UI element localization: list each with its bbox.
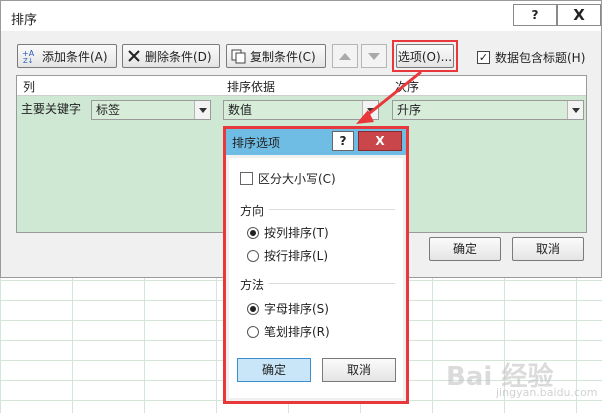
sort-by-column-radio-row[interactable]: 按列排序(T) — [247, 224, 329, 241]
sort-options-dialog: 排序选项 ? X 区分大小写(C) 方向 按列排序(T) 按行排序(L) 方法 … — [223, 126, 409, 404]
alphabetic-radio[interactable] — [247, 302, 259, 315]
stroke-radio-row[interactable]: 笔划排序(R) — [247, 323, 330, 340]
stroke-label: 笔划排序(R) — [264, 325, 330, 339]
method-heading: 方法 — [240, 278, 265, 292]
orientation-divider — [269, 209, 395, 210]
sort-by-row-label: 按行排序(L) — [264, 249, 329, 263]
alphabetic-radio-row[interactable]: 字母排序(S) — [247, 300, 329, 317]
case-sensitive-checkbox[interactable] — [240, 172, 253, 185]
options-close-button[interactable]: X — [358, 131, 402, 151]
sort-by-column-label: 按列排序(T) — [264, 226, 329, 240]
baidu-watermark-url: jingyan.baidu.com — [496, 386, 598, 399]
sort-options-title: 排序选项 — [232, 136, 281, 150]
options-ok-button[interactable]: 确定 — [237, 358, 311, 382]
stroke-radio[interactable] — [247, 325, 259, 338]
options-cancel-button[interactable]: 取消 — [322, 358, 396, 382]
case-sensitive-label: 区分大小写(C) — [258, 172, 336, 186]
orientation-heading: 方向 — [240, 204, 265, 218]
case-sensitive-row[interactable]: 区分大小写(C) — [240, 170, 336, 187]
sort-by-row-radio[interactable] — [247, 249, 259, 262]
method-divider — [269, 283, 395, 284]
sort-by-column-radio[interactable] — [247, 226, 259, 239]
alphabetic-label: 字母排序(S) — [264, 302, 329, 316]
options-help-button[interactable]: ? — [332, 131, 354, 151]
sort-by-row-radio-row[interactable]: 按行排序(L) — [247, 247, 328, 264]
sort-options-titlebar[interactable]: 排序选项 ? X — [226, 129, 406, 155]
